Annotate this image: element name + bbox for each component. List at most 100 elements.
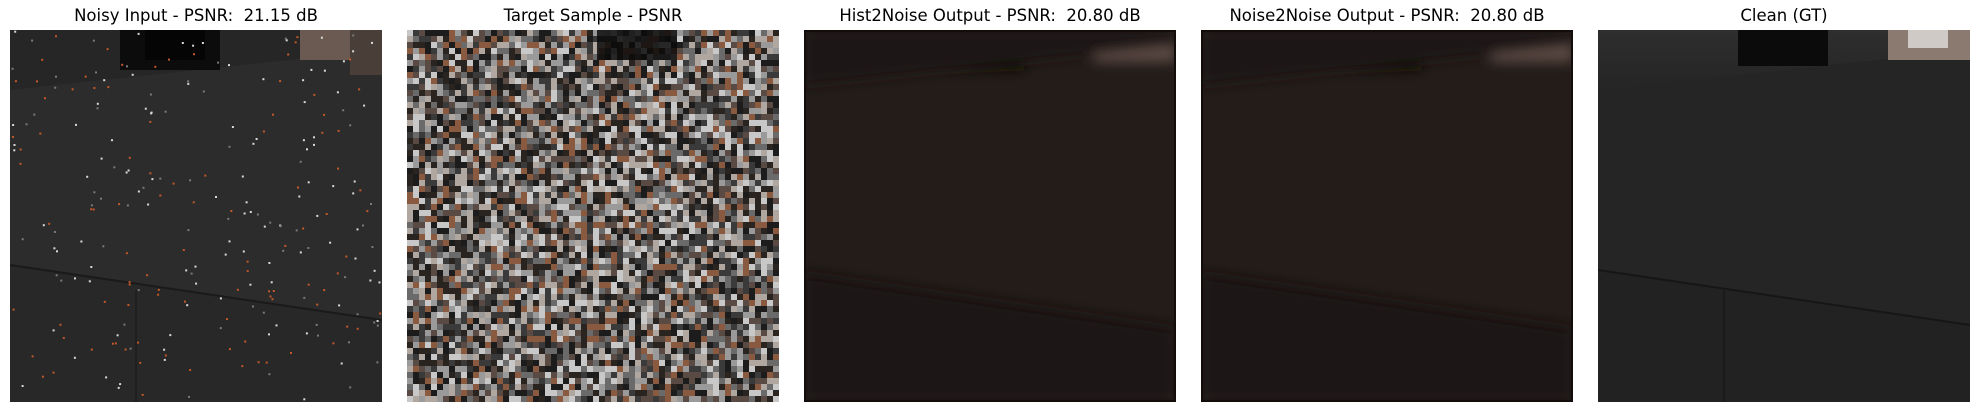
noise-pixel	[419, 54, 425, 60]
panel-title: Clean (GT)	[1740, 6, 1828, 25]
noise-pixel	[491, 66, 497, 72]
noise-pixel	[725, 186, 731, 192]
noise-speck	[354, 257, 357, 260]
noise-pixel	[761, 384, 767, 390]
noise-pixel	[773, 264, 779, 270]
noise-pixel	[599, 126, 605, 132]
noise-pixel	[617, 156, 623, 162]
noise-pixel	[713, 366, 719, 372]
noise-pixel	[707, 234, 713, 240]
noise-pixel	[611, 312, 617, 318]
noise-pixel	[629, 222, 635, 228]
noise-speck	[219, 327, 222, 330]
noise-pixel	[479, 72, 485, 78]
noise-pixel	[683, 312, 689, 318]
noise-pixel	[695, 360, 701, 366]
noise-pixel	[629, 264, 635, 270]
noise-pixel	[491, 282, 497, 288]
noise-pixel	[683, 318, 689, 324]
noise-pixel	[503, 384, 509, 390]
noise-pixel	[737, 270, 743, 276]
noise-pixel	[533, 294, 539, 300]
noise-pixel	[587, 132, 593, 138]
noise-pixel	[443, 264, 449, 270]
noise-pixel	[605, 102, 611, 108]
noise-pixel	[569, 180, 575, 186]
noise-pixel	[437, 84, 443, 90]
noise-pixel	[605, 318, 611, 324]
noise-pixel	[539, 48, 545, 54]
noise-pixel	[461, 222, 467, 228]
noise-pixel	[611, 90, 617, 96]
noise-pixel	[563, 126, 569, 132]
noise-pixel	[491, 162, 497, 168]
noise-pixel	[485, 162, 491, 168]
noise-pixel	[749, 384, 755, 390]
noise-pixel	[449, 150, 455, 156]
noise-pixel	[587, 216, 593, 222]
noise-pixel	[767, 360, 773, 366]
noise-pixel	[755, 306, 761, 312]
noise-pixel	[497, 96, 503, 102]
noise-pixel	[653, 186, 659, 192]
noise-pixel	[623, 114, 629, 120]
noise-pixel	[611, 138, 617, 144]
noise-pixel	[713, 114, 719, 120]
noise-pixel	[767, 396, 773, 402]
noise-pixel	[413, 114, 419, 120]
noise-pixel	[773, 42, 779, 48]
noise-pixel	[683, 222, 689, 228]
noise-pixel	[605, 372, 611, 378]
noise-pixel	[563, 384, 569, 390]
noise-pixel	[683, 276, 689, 282]
noise-pixel	[611, 66, 617, 72]
noise-pixel	[629, 60, 635, 66]
noise-pixel	[461, 336, 467, 342]
noise-pixel	[731, 294, 737, 300]
noise-pixel	[551, 126, 557, 132]
noise-pixel	[521, 114, 527, 120]
noise-pixel	[533, 120, 539, 126]
noise-pixel	[653, 132, 659, 138]
noise-pixel	[533, 324, 539, 330]
noise-speck	[379, 312, 382, 315]
noise-pixel	[767, 222, 773, 228]
noise-pixel	[713, 342, 719, 348]
noise-pixel	[569, 246, 575, 252]
noise-pixel	[737, 246, 743, 252]
noise-pixel	[545, 300, 551, 306]
noise-pixel	[479, 186, 485, 192]
noise-pixel	[749, 144, 755, 150]
noise-pixel	[503, 378, 509, 384]
noise-speck	[107, 86, 110, 89]
noise-pixel	[599, 174, 605, 180]
noise-pixel	[509, 78, 515, 84]
noise-pixel	[701, 306, 707, 312]
noise-pixel	[755, 282, 761, 288]
noise-pixel	[455, 354, 461, 360]
noise-pixel	[527, 252, 533, 258]
noise-speck	[299, 160, 302, 163]
noise-pixel	[707, 282, 713, 288]
noise-pixel	[509, 186, 515, 192]
noise-speck	[123, 323, 126, 326]
noise-pixel	[695, 84, 701, 90]
noise-pixel	[713, 84, 719, 90]
noise-pixel	[611, 336, 617, 342]
noise-pixel	[491, 360, 497, 366]
noise-pixel	[617, 264, 623, 270]
noise-pixel	[515, 120, 521, 126]
noise-speck	[332, 342, 335, 345]
noise-pixel	[575, 42, 581, 48]
noise-pixel	[461, 234, 467, 240]
noise-pixel	[647, 120, 653, 126]
noise-pixel	[665, 324, 671, 330]
noise-pixel	[521, 300, 527, 306]
noise-pixel	[653, 204, 659, 210]
noise-pixel	[761, 324, 767, 330]
noise-pixel	[731, 288, 737, 294]
noise-pixel	[647, 66, 653, 72]
noise-pixel	[761, 348, 767, 354]
noise-speck	[190, 272, 193, 275]
noise-pixel	[731, 66, 737, 72]
